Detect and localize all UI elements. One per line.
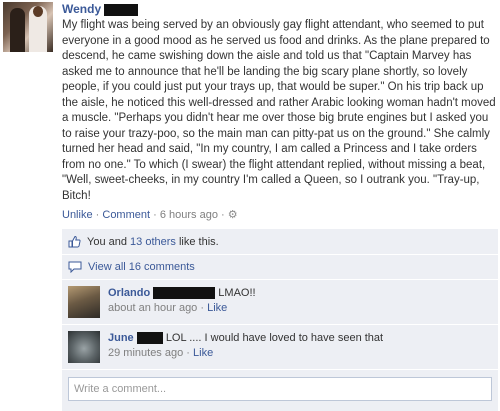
commenter-avatar[interactable] <box>68 331 100 364</box>
likes-prefix: You and <box>87 235 127 248</box>
redacted-surname <box>104 4 139 17</box>
post-author-name[interactable]: Wendy <box>62 2 101 16</box>
separator: · <box>153 209 157 222</box>
comment-item: June LOL .... I would have loved to have… <box>62 325 498 371</box>
comment-item: Orlando LMAO!! about an hour ago · Like <box>62 280 498 326</box>
comment-text: LMAO!! <box>218 287 256 300</box>
separator: · <box>200 302 205 315</box>
write-comment-input[interactable]: Write a comment... <box>68 377 492 402</box>
likes-suffix: like this. <box>178 235 219 248</box>
thumbs-up-icon <box>68 235 81 248</box>
avatar-head <box>33 6 43 17</box>
comment-text: LOL .... I would have loved to have seen… <box>165 332 384 345</box>
view-all-comments-row[interactable]: View all 16 comments <box>62 255 498 281</box>
separator: · <box>221 209 225 222</box>
poster-avatar[interactable] <box>3 2 53 52</box>
comment-bubble-icon <box>68 261 82 274</box>
separator: · <box>186 347 190 360</box>
redacted-surname <box>153 287 216 300</box>
post-actions: Unlike · Comment · 6 hours ago · ⚙ <box>62 208 498 221</box>
composer-row: Write a comment... <box>62 370 498 411</box>
comment-time[interactable]: about an hour ago <box>108 302 197 314</box>
avatar-person-1 <box>10 8 25 52</box>
post-text: My flight was being served by an obvious… <box>62 19 496 202</box>
commenter-name[interactable]: June <box>108 332 134 344</box>
post: Wendy My flight was being served by an o… <box>62 2 498 411</box>
feedback-box: You and 13 others like this. View all 16… <box>62 229 498 411</box>
post-time[interactable]: 6 hours ago <box>160 209 218 221</box>
commenter-name[interactable]: Orlando <box>108 287 150 299</box>
commenter-avatar[interactable] <box>68 286 100 319</box>
unlike-link[interactable]: Unlike <box>62 209 93 221</box>
share-gear-icon[interactable]: ⚙ <box>228 209 238 221</box>
comment-link[interactable]: Comment <box>102 209 150 221</box>
comment-like-link[interactable]: Like <box>207 302 227 314</box>
likes-others-link[interactable]: 13 others <box>130 236 176 248</box>
comment-time[interactable]: 29 minutes ago <box>108 347 183 359</box>
redacted-surname <box>136 332 163 345</box>
likes-row: You and 13 others like this. <box>62 229 498 256</box>
post-header: Wendy <box>62 2 498 17</box>
separator: · <box>95 209 100 222</box>
view-all-comments-link[interactable]: View all 16 comments <box>88 261 195 273</box>
comment-like-link[interactable]: Like <box>193 347 213 359</box>
